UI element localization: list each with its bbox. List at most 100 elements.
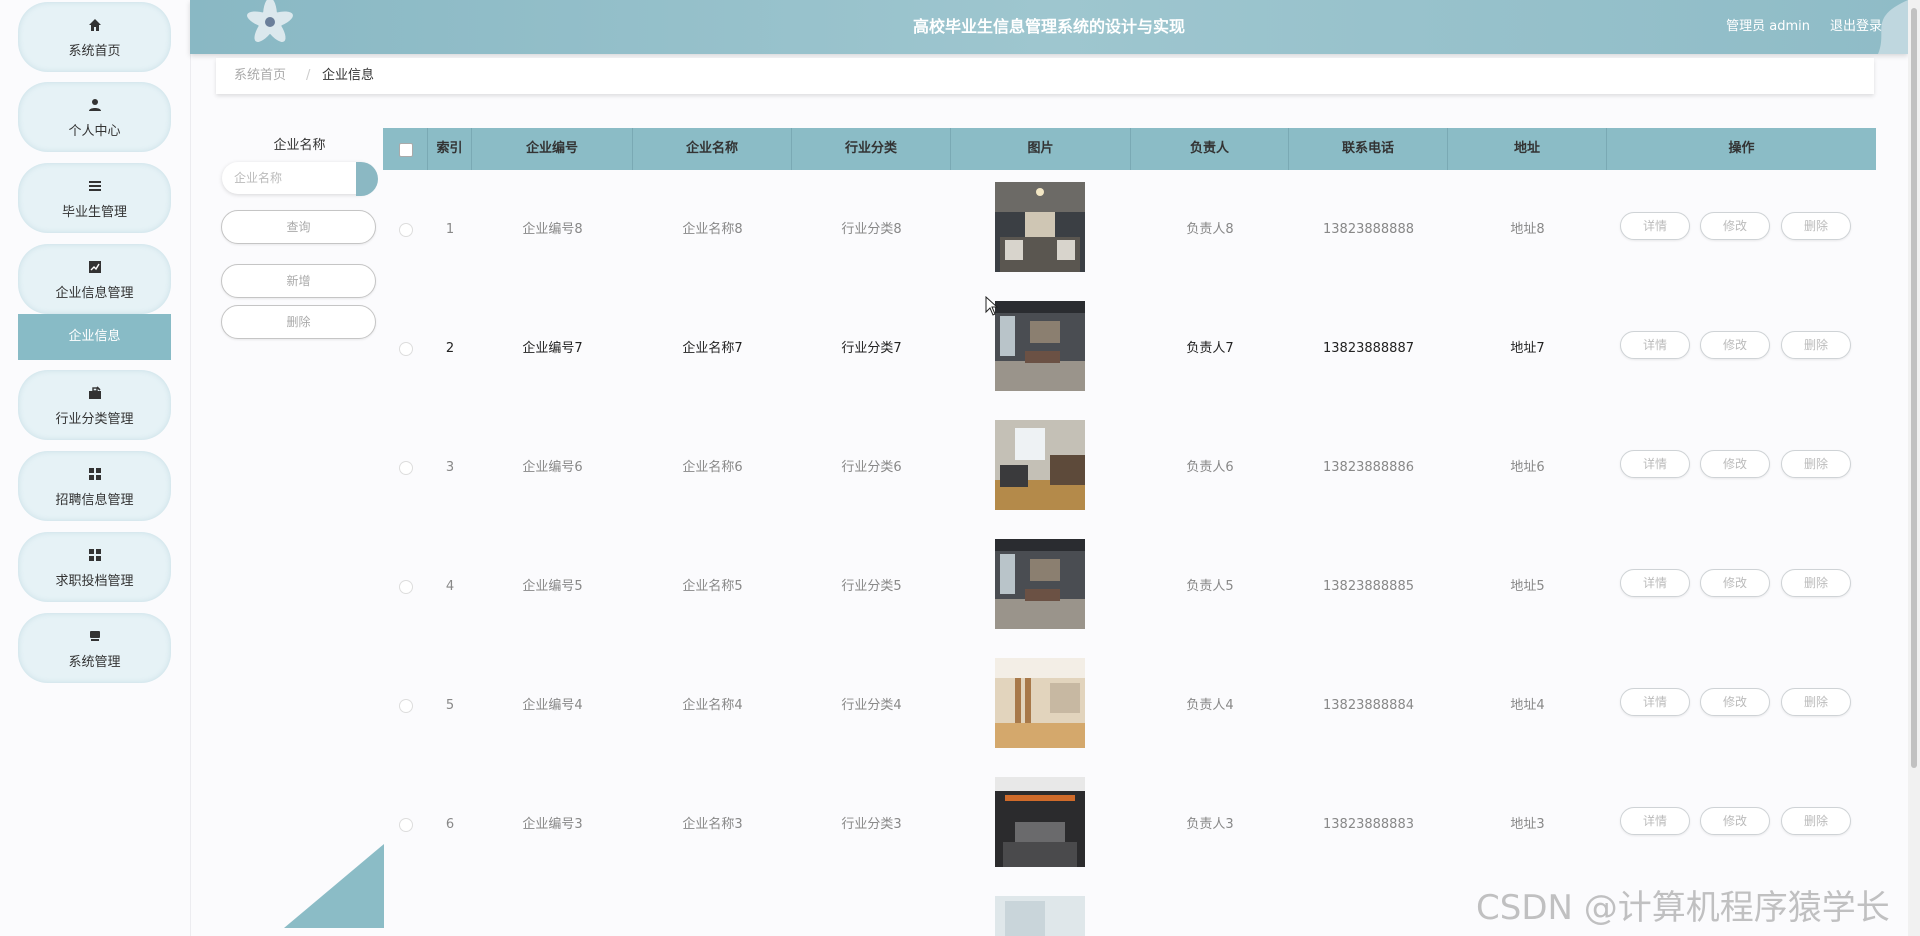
menu-recruitment[interactable]: 招聘信息管理 — [18, 451, 171, 521]
office-photo-image[interactable] — [995, 539, 1085, 629]
cell-company-code: 企业编号7 — [522, 341, 583, 356]
header-industry: 行业分类 — [792, 128, 951, 170]
detail-button[interactable]: 详情 — [1620, 807, 1690, 835]
row-checkbox[interactable] — [399, 461, 413, 475]
cell-address: 地址3 — [1510, 817, 1545, 832]
edit-button[interactable]: 修改 — [1700, 569, 1770, 597]
table-row: 6 企业编号3 企业名称3 行业分类3 负责人3 13823888883 地址3… — [383, 765, 1876, 884]
partial-row-image — [995, 896, 1085, 936]
header-image: 图片 — [951, 128, 1131, 170]
delete-button[interactable]: 删除 — [1781, 688, 1851, 716]
cell-manager: 负责人5 — [1186, 579, 1234, 594]
triangle-decoration — [284, 844, 384, 928]
cell-company-code: 企业编号5 — [522, 579, 583, 594]
menu-industry-category[interactable]: 行业分类管理 — [18, 370, 171, 440]
cell-phone: 13823888886 — [1323, 460, 1414, 475]
corner-decoration — [1878, 0, 1908, 54]
grid-icon — [18, 467, 171, 485]
cell-address: 地址4 — [1510, 698, 1545, 713]
office-photo-image[interactable] — [995, 301, 1085, 391]
menu-company-management[interactable]: 企业信息管理 — [18, 244, 171, 314]
cell-industry: 行业分类7 — [841, 341, 902, 356]
edit-button[interactable]: 修改 — [1700, 212, 1770, 240]
menu-industry-category-label: 行业分类管理 — [55, 412, 134, 427]
cell-industry: 行业分类6 — [841, 460, 902, 475]
edit-button[interactable]: 修改 — [1700, 450, 1770, 478]
submenu-company-info[interactable]: 企业信息 — [18, 314, 171, 360]
page-scrollbar[interactable] — [1908, 0, 1920, 936]
table-row: 4 企业编号5 企业名称5 行业分类5 负责人5 13823888885 地址5… — [383, 527, 1876, 646]
detail-button[interactable]: 详情 — [1620, 331, 1690, 359]
menu-system-management-label: 系统管理 — [68, 655, 121, 670]
breadcrumb-home[interactable]: 系统首页 — [234, 58, 286, 94]
edit-button[interactable]: 修改 — [1700, 331, 1770, 359]
select-all-checkbox[interactable] — [399, 143, 413, 157]
menu-home[interactable]: 系统首页 — [18, 2, 171, 72]
search-input-accent — [356, 162, 378, 196]
cell-phone: 13823888888 — [1323, 222, 1414, 237]
detail-button[interactable]: 详情 — [1620, 450, 1690, 478]
user-icon — [18, 98, 171, 116]
row-checkbox[interactable] — [399, 342, 413, 356]
header-phone: 联系电话 — [1289, 128, 1448, 170]
cell-manager: 负责人8 — [1186, 222, 1234, 237]
menu-job-application[interactable]: 求职投档管理 — [18, 532, 171, 602]
cell-phone: 13823888887 — [1323, 341, 1414, 356]
briefcase-icon — [18, 386, 171, 404]
row-checkbox[interactable] — [399, 580, 413, 594]
scrollbar-thumb[interactable] — [1911, 8, 1917, 768]
table-header: 索引 企业编号 企业名称 行业分类 图片 负责人 联系电话 地址 操作 — [383, 128, 1876, 170]
row-checkbox[interactable] — [399, 223, 413, 237]
cell-index: 4 — [445, 579, 455, 594]
delete-button[interactable]: 删除 — [1781, 569, 1851, 597]
cell-industry: 行业分类4 — [841, 698, 902, 713]
cell-company-name: 企业名称3 — [682, 817, 743, 832]
menu-system-management[interactable]: 系统管理 — [18, 613, 171, 683]
detail-button[interactable]: 详情 — [1620, 212, 1690, 240]
cell-company-name: 企业名称5 — [682, 579, 743, 594]
menu-company-management-label: 企业信息管理 — [55, 286, 134, 301]
delete-button[interactable]: 删除 — [1781, 450, 1851, 478]
company-name-input[interactable] — [222, 162, 374, 194]
cell-company-name: 企业名称4 — [682, 698, 743, 713]
query-button[interactable]: 查询 — [221, 210, 376, 244]
list-icon — [18, 179, 171, 197]
delete-button[interactable]: 删除 — [1781, 212, 1851, 240]
cell-industry: 行业分类3 — [841, 817, 902, 832]
menu-personal-center-label: 个人中心 — [68, 124, 121, 139]
cell-company-name: 企业名称8 — [682, 222, 743, 237]
menu-personal-center[interactable]: 个人中心 — [18, 82, 171, 152]
add-button[interactable]: 新增 — [221, 264, 376, 298]
cell-phone: 13823888885 — [1323, 579, 1414, 594]
menu-graduate-management[interactable]: 毕业生管理 — [18, 163, 171, 233]
delete-button[interactable]: 删除 — [1781, 807, 1851, 835]
detail-button[interactable]: 详情 — [1620, 569, 1690, 597]
top-header: 高校毕业生信息管理系统的设计与实现 管理员 admin 退出登录 — [190, 0, 1908, 54]
row-checkbox[interactable] — [399, 818, 413, 832]
edit-button[interactable]: 修改 — [1700, 688, 1770, 716]
lobby-photo-image[interactable] — [995, 658, 1085, 748]
header-actions: 操作 — [1728, 141, 1755, 156]
header-select-all — [383, 128, 428, 170]
office-photo-image[interactable] — [995, 182, 1085, 272]
batch-delete-button[interactable]: 删除 — [221, 305, 376, 339]
meeting-photo-image[interactable] — [995, 777, 1085, 867]
company-name-label: 企业名称 — [273, 138, 326, 153]
cell-manager: 负责人4 — [1186, 698, 1234, 713]
cell-company-code: 企业编号3 — [522, 817, 583, 832]
room-photo-image[interactable] — [995, 420, 1085, 510]
cell-address: 地址8 — [1510, 222, 1545, 237]
cell-address: 地址5 — [1510, 579, 1545, 594]
edit-button[interactable]: 修改 — [1700, 807, 1770, 835]
cell-industry: 行业分类5 — [841, 579, 902, 594]
row-checkbox[interactable] — [399, 699, 413, 713]
header-company-code: 企业编号 — [472, 128, 633, 170]
delete-button[interactable]: 删除 — [1781, 331, 1851, 359]
header-index: 索引 — [428, 128, 472, 170]
cell-index: 5 — [445, 698, 455, 713]
cell-index: 1 — [445, 222, 455, 237]
breadcrumb-current: 企业信息 — [322, 68, 375, 83]
detail-button[interactable]: 详情 — [1620, 688, 1690, 716]
system-title: 高校毕业生信息管理系统的设计与实现 — [912, 17, 1185, 36]
header-company-name: 企业名称 — [633, 128, 792, 170]
